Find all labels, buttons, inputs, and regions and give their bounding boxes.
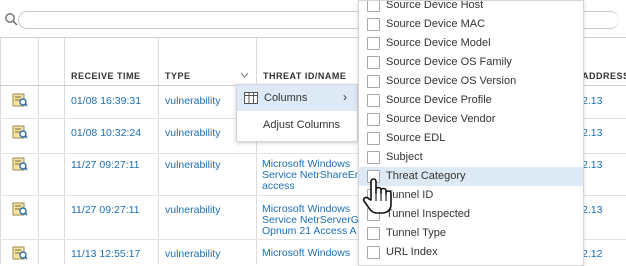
column-option-label: Source Device OS Family (386, 56, 512, 68)
column-option[interactable]: Source Device Profile (359, 91, 583, 110)
log-detail-icon[interactable] (12, 93, 28, 107)
column-checkbox[interactable] (367, 37, 380, 50)
log-detail-icon[interactable] (12, 157, 28, 171)
column-option-label: Source Device Model (386, 37, 491, 49)
column-option[interactable]: Source Device Vendor (359, 110, 583, 129)
receive-time-link[interactable]: 11/27 09:27:11 (71, 204, 140, 216)
column-option[interactable]: Tunnel Type (359, 224, 583, 243)
column-option[interactable]: Source Device OS Version (359, 72, 583, 91)
search-icon[interactable] (4, 12, 18, 26)
column-option-label: Threat Category (386, 170, 466, 182)
address-link[interactable]: 2.12 (582, 248, 602, 260)
log-detail-icon[interactable] (12, 125, 28, 139)
menu-item-columns[interactable]: Columns › (237, 85, 357, 111)
chevron-right-icon: › (343, 90, 347, 104)
columns-icon (244, 92, 258, 104)
column-checkbox[interactable] (367, 1, 380, 12)
column-checkbox[interactable] (367, 132, 380, 145)
column-option-label: Source Device MAC (386, 18, 486, 30)
column-option[interactable]: URL Index (359, 243, 583, 262)
type-link[interactable]: vulnerability (165, 127, 220, 139)
menu-item-columns-label: Columns (264, 92, 308, 104)
log-detail-icon[interactable] (12, 246, 28, 260)
column-checkbox[interactable] (367, 56, 380, 69)
receive-time-link[interactable]: 01/08 10:32:24 (71, 127, 141, 139)
column-option-label: Source Device Profile (386, 94, 492, 106)
column-option-label: Subject (386, 151, 423, 163)
column-header-threat-id-name[interactable]: THREAT ID/NAME (263, 71, 346, 81)
column-option[interactable]: Source Device Model (359, 34, 583, 53)
type-link[interactable]: vulnerability (165, 159, 220, 171)
column-option-label: URL Index (386, 246, 438, 258)
type-link[interactable]: vulnerability (165, 95, 220, 107)
receive-time-link[interactable]: 11/27 09:27:11 (71, 159, 140, 171)
threat-name-link[interactable]: access (262, 181, 295, 192)
chevron-down-icon[interactable] (240, 72, 249, 78)
log-detail-icon[interactable] (12, 202, 28, 216)
type-link[interactable]: vulnerability (165, 204, 220, 216)
menu-item-adjust-columns[interactable]: Adjust Columns (263, 119, 340, 131)
address-link[interactable]: 2.13 (582, 127, 602, 139)
address-link[interactable]: 2.13 (582, 204, 602, 216)
column-option[interactable]: Source Device OS Family (359, 53, 583, 72)
column-option[interactable]: Source Device Host (359, 0, 583, 15)
column-checkbox[interactable] (367, 227, 380, 240)
column-header-type[interactable]: TYPE (165, 71, 191, 81)
column-checkbox[interactable] (367, 113, 380, 126)
columns-submenu: Source Device Host Source Device MAC Sourc… (358, 0, 584, 266)
column-option[interactable]: Source Device MAC (359, 15, 583, 34)
address-link[interactable]: 2.13 (582, 159, 602, 171)
threat-name-link[interactable]: Opnum 21 Access A (262, 226, 357, 237)
column-checkbox[interactable] (367, 94, 380, 107)
column-header-address[interactable]: ADDRESS (582, 71, 626, 81)
column-checkbox[interactable] (367, 151, 380, 164)
column-checkbox[interactable] (367, 246, 380, 259)
receive-time-link[interactable]: 01/08 16:39:31 (71, 95, 141, 107)
type-link[interactable]: vulnerability (165, 248, 220, 260)
column-option-label: Source EDL (386, 132, 446, 144)
column-option-label: Tunnel Type (386, 227, 446, 239)
hand-pointer-icon (362, 178, 392, 214)
column-checkbox[interactable] (367, 75, 380, 88)
column-option-label: Source Device Host (386, 0, 484, 11)
column-checkbox[interactable] (367, 18, 380, 31)
threat-name-link[interactable]: Microsoft Windows (262, 248, 350, 259)
column-option[interactable]: Subject (359, 148, 583, 167)
column-option[interactable]: Source EDL (359, 129, 583, 148)
column-option-label: Tunnel Inspected (386, 208, 470, 220)
column-option-label: Source Device OS Version (386, 75, 517, 87)
column-header-receive-time[interactable]: RECEIVE TIME (71, 71, 141, 81)
header-context-menu: Columns › Adjust Columns (236, 84, 358, 142)
column-option-label: Source Device Vendor (386, 113, 496, 125)
receive-time-link[interactable]: 11/13 12:55:17 (71, 248, 140, 260)
address-link[interactable]: 2.13 (582, 95, 602, 107)
